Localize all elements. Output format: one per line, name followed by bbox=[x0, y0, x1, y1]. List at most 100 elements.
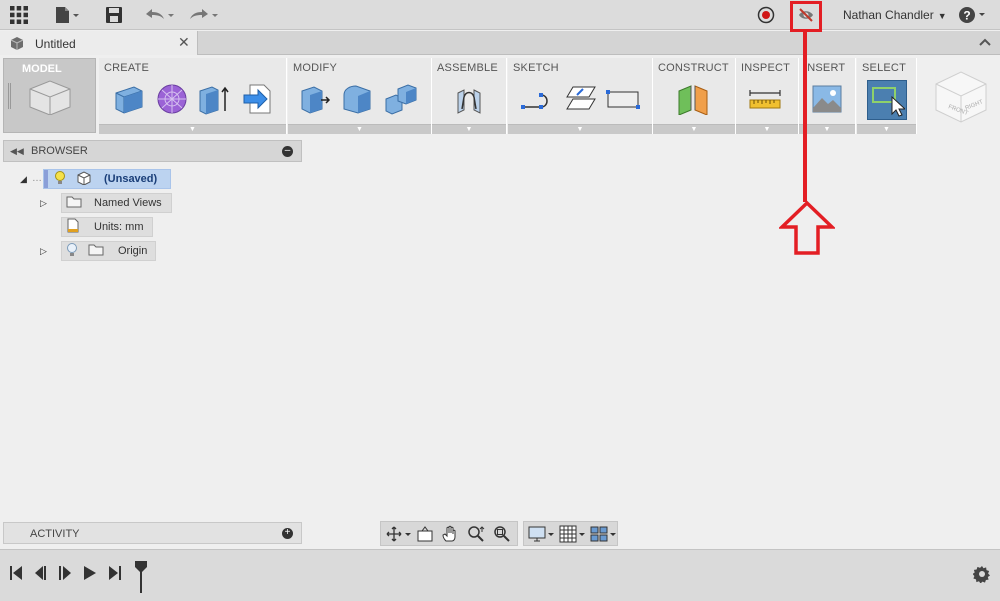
close-icon[interactable]: ✕ bbox=[178, 34, 190, 51]
create-sketch-icon[interactable] bbox=[564, 82, 598, 116]
sketch-dropdown[interactable]: ▼ bbox=[508, 124, 652, 134]
expand-icon[interactable]: + bbox=[282, 528, 293, 539]
new-component-box-icon[interactable] bbox=[111, 82, 145, 116]
redo-icon[interactable] bbox=[188, 5, 222, 25]
expand-down-icon[interactable]: ◢ bbox=[20, 174, 27, 185]
select-tool-icon[interactable] bbox=[867, 80, 907, 120]
step-forward-icon[interactable] bbox=[58, 565, 72, 584]
up-arrow-icon bbox=[777, 200, 837, 256]
press-pull-icon[interactable] bbox=[298, 82, 332, 116]
view-cube[interactable]: FRONT RIGHT bbox=[928, 62, 994, 128]
sketch-panel: SKETCH ▼ bbox=[508, 58, 653, 134]
select-panel-title: SELECT bbox=[862, 62, 906, 74]
chevron-down-icon: ▼ bbox=[763, 126, 771, 133]
svg-text:?: ? bbox=[963, 9, 970, 23]
viewports-icon[interactable] bbox=[590, 525, 618, 543]
expand-right-icon[interactable]: ▷ bbox=[40, 246, 47, 257]
sketch-panel-title: SKETCH bbox=[513, 62, 559, 74]
sphere-form-icon[interactable] bbox=[155, 82, 189, 116]
modify-panel: MODIFY ▼ bbox=[288, 58, 432, 134]
user-menu[interactable]: Nathan Chandler ▼ bbox=[843, 8, 947, 22]
chevron-down-icon: ▼ bbox=[823, 126, 831, 133]
play-icon[interactable] bbox=[83, 565, 97, 584]
insert-image-icon[interactable] bbox=[810, 82, 844, 116]
browser-title: BROWSER bbox=[31, 145, 88, 157]
inspect-dropdown[interactable]: ▼ bbox=[736, 124, 798, 134]
help-icon[interactable]: ? bbox=[958, 5, 988, 25]
record-icon[interactable] bbox=[757, 5, 775, 25]
folder-icon bbox=[66, 195, 82, 211]
lightbulb-icon[interactable] bbox=[54, 170, 66, 188]
ellipsis-icon: … bbox=[32, 173, 42, 184]
select-dropdown[interactable]: ▼ bbox=[857, 124, 916, 134]
insert-dropdown[interactable]: ▼ bbox=[799, 124, 855, 134]
assemble-dropdown[interactable]: ▼ bbox=[432, 124, 506, 134]
timeline-marker-icon[interactable] bbox=[134, 560, 148, 597]
collapse-icon[interactable]: – bbox=[282, 146, 293, 157]
sketch-line-icon[interactable] bbox=[520, 82, 554, 116]
orbit-icon[interactable] bbox=[385, 525, 413, 543]
root-label: (Unsaved) bbox=[104, 173, 158, 185]
file-icon[interactable] bbox=[55, 5, 81, 25]
look-at-icon[interactable] bbox=[416, 525, 434, 543]
grid-settings-icon[interactable] bbox=[559, 525, 587, 543]
modify-panel-title: MODIFY bbox=[293, 62, 337, 74]
pan-hand-icon[interactable] bbox=[441, 525, 459, 543]
tree-node-root[interactable]: (Unsaved) bbox=[43, 169, 171, 189]
create-dropdown[interactable]: ▼ bbox=[99, 124, 286, 134]
ribbon-toolbar: MODEL CREATE ▼ MODIFY ▼ ASSEMBLE ▼ SKETC… bbox=[0, 56, 1000, 136]
units-label: Units: mm bbox=[94, 221, 144, 233]
insert-file-icon[interactable] bbox=[241, 82, 275, 116]
go-to-start-icon[interactable] bbox=[9, 565, 23, 584]
save-icon[interactable] bbox=[105, 5, 123, 25]
grid-icon[interactable] bbox=[10, 5, 28, 25]
grip-icon bbox=[8, 83, 11, 109]
inspect-panel: INSPECT ▼ bbox=[736, 58, 799, 134]
display-settings-icon[interactable] bbox=[528, 525, 556, 543]
workspace-switcher[interactable]: MODEL bbox=[3, 58, 96, 133]
construct-plane-icon[interactable] bbox=[677, 82, 711, 116]
expand-right-icon[interactable]: ▷ bbox=[40, 198, 47, 209]
chevron-down-icon: ▼ bbox=[883, 126, 890, 133]
construct-dropdown[interactable]: ▼ bbox=[653, 124, 735, 134]
named-views-label: Named Views bbox=[94, 197, 162, 209]
modify-dropdown[interactable]: ▼ bbox=[288, 124, 431, 134]
tree-node-units[interactable]: Units: mm bbox=[61, 217, 153, 237]
rewind-icon[interactable]: ◀◀ bbox=[10, 146, 24, 157]
lightbulb-off-icon[interactable] bbox=[66, 242, 78, 260]
fillet-icon[interactable] bbox=[340, 82, 374, 116]
fit-icon[interactable] bbox=[493, 525, 511, 543]
workspace-label: MODEL bbox=[22, 63, 62, 75]
step-back-icon[interactable] bbox=[34, 565, 48, 584]
create-panel-title: CREATE bbox=[104, 62, 150, 74]
chevron-up-icon[interactable] bbox=[978, 35, 992, 52]
construct-panel-title: CONSTRUCT bbox=[658, 62, 729, 74]
insert-panel-title: INSERT bbox=[804, 62, 846, 74]
document-tab[interactable]: Untitled ✕ bbox=[0, 31, 198, 55]
joint-icon[interactable] bbox=[452, 82, 486, 116]
insert-panel: INSERT ▼ bbox=[799, 58, 856, 134]
stop-sketch-icon[interactable] bbox=[606, 82, 640, 116]
inspect-panel-title: INSPECT bbox=[741, 62, 791, 74]
construct-panel: CONSTRUCT ▼ bbox=[653, 58, 736, 134]
document-tab-bar: Untitled ✕ bbox=[0, 31, 1000, 55]
chevron-down-icon: ▼ bbox=[690, 126, 698, 133]
chevron-down-icon: ▼ bbox=[576, 126, 584, 133]
assemble-panel-title: ASSEMBLE bbox=[437, 62, 498, 74]
chevron-down-icon: ▼ bbox=[465, 126, 473, 133]
gear-icon[interactable] bbox=[972, 565, 991, 586]
tree-node-named-views[interactable]: Named Views bbox=[61, 193, 172, 213]
tree-node-origin[interactable]: Origin bbox=[61, 241, 156, 261]
zoom-icon[interactable] bbox=[467, 525, 487, 543]
highlight-arrow-shaft bbox=[803, 32, 807, 202]
browser-panel-header[interactable]: ◀◀ BROWSER – bbox=[3, 140, 302, 162]
create-panel: CREATE ▼ bbox=[99, 58, 287, 134]
activity-panel-header[interactable]: ACTIVITY + bbox=[3, 522, 302, 544]
chevron-down-icon: ▼ bbox=[189, 126, 196, 133]
extrude-icon[interactable] bbox=[197, 82, 231, 116]
combine-icon[interactable] bbox=[384, 82, 418, 116]
activity-title: ACTIVITY bbox=[30, 528, 80, 540]
undo-icon[interactable] bbox=[144, 5, 178, 25]
measure-icon[interactable] bbox=[748, 82, 782, 116]
go-to-end-icon[interactable] bbox=[108, 565, 122, 584]
